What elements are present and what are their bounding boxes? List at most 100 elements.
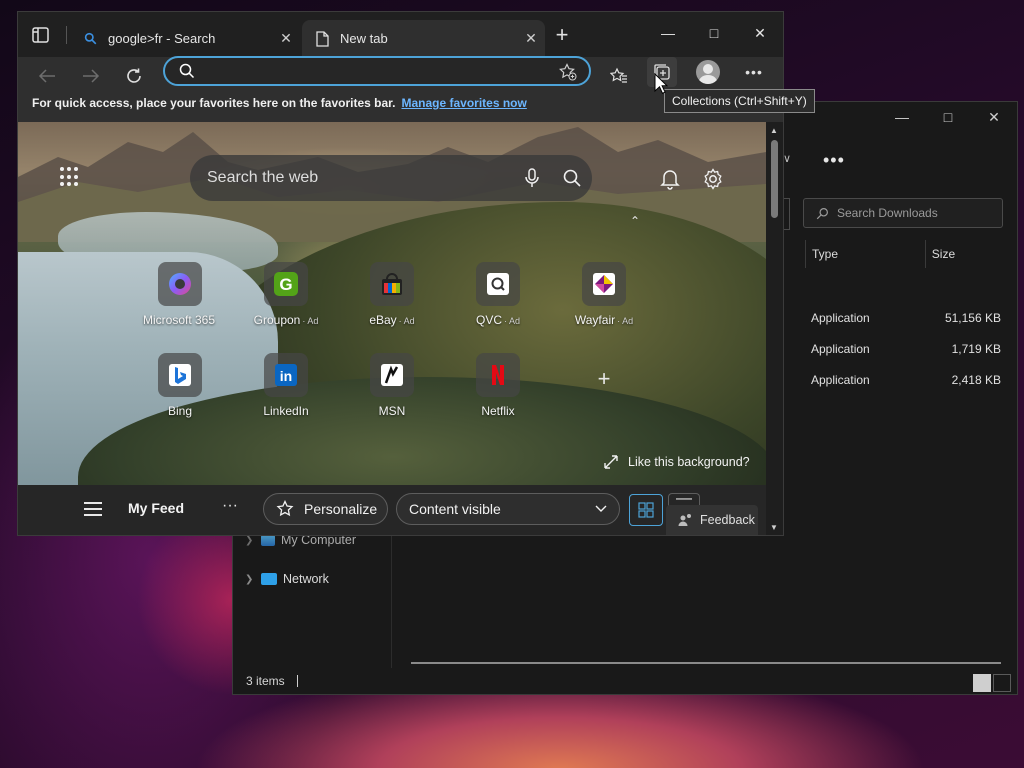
horizontal-scrollbar[interactable] xyxy=(411,662,1001,664)
feedback-label: Feedback xyxy=(700,513,755,527)
address-input[interactable] xyxy=(203,62,537,82)
new-tab-button[interactable]: + xyxy=(550,24,574,47)
add-quick-link-icon[interactable]: + xyxy=(592,368,616,392)
tile-label: eBay xyxy=(369,313,397,327)
ad-badge: · Ad xyxy=(398,316,415,326)
search-icon[interactable] xyxy=(552,169,592,187)
manage-favorites-link[interactable]: Manage favorites now xyxy=(401,96,526,110)
web-search-box[interactable]: Search the web xyxy=(190,155,592,201)
refresh-icon[interactable] xyxy=(119,61,149,91)
column-header-type[interactable]: Type xyxy=(805,240,925,268)
settings-more-icon[interactable]: ••• xyxy=(739,57,769,87)
netflix-icon xyxy=(476,353,520,397)
chevron-down-icon[interactable]: ∨ xyxy=(783,152,791,165)
quick-link-tile[interactable]: MSN xyxy=(342,353,442,418)
chevron-right-icon[interactable]: ❯ xyxy=(245,535,255,546)
favorites-bar-hint: For quick access, place your favorites h… xyxy=(32,96,396,110)
web-search-placeholder: Search the web xyxy=(207,169,319,186)
like-background-link[interactable]: Like this background? xyxy=(604,455,750,469)
explorer-search-input[interactable]: Search Downloads xyxy=(803,198,1003,228)
table-row[interactable]: Application 51,156 KB xyxy=(811,302,1001,333)
network-icon xyxy=(261,573,277,585)
back-arrow-icon[interactable] xyxy=(32,61,62,91)
tab-new-tab[interactable]: New tab ✕ xyxy=(302,20,545,57)
content-visibility-value: Content visible xyxy=(409,501,501,517)
details-view-button[interactable] xyxy=(973,674,991,692)
quick-link-tile[interactable]: QVC · Ad xyxy=(448,262,548,327)
quick-link-tile[interactable]: Bing xyxy=(130,353,230,418)
collapse-caret-icon[interactable]: ⌃ xyxy=(630,214,640,228)
maximize-button[interactable]: □ xyxy=(691,22,737,44)
browser-window-controls: — □ ✕ xyxy=(645,22,783,44)
quick-link-tile[interactable]: Microsoft 365 xyxy=(130,262,230,327)
page-settings-gear-icon[interactable] xyxy=(700,166,726,192)
scroll-down-arrow-icon[interactable]: ▼ xyxy=(770,523,778,532)
explorer-more-button[interactable]: ••• xyxy=(823,150,845,171)
address-bar[interactable] xyxy=(163,56,591,86)
explorer-window-controls: — □ ✕ xyxy=(879,102,1017,134)
tab-search[interactable]: google>fr - Search ✕ xyxy=(74,20,300,57)
close-tab-icon[interactable]: ✕ xyxy=(517,30,545,47)
hamburger-menu-icon[interactable] xyxy=(84,502,102,516)
tile-label: QVC xyxy=(475,313,502,327)
grid-layout-button[interactable] xyxy=(629,494,663,526)
quick-link-tile[interactable]: Wayfair · Ad xyxy=(554,262,654,327)
explorer-column-headers: Type Size xyxy=(805,240,1007,268)
page-icon xyxy=(314,30,330,47)
tiles-view-button[interactable] xyxy=(993,674,1011,692)
ad-badge: · Ad xyxy=(302,316,319,326)
scroll-up-arrow-icon[interactable]: ▲ xyxy=(770,126,778,135)
close-tab-icon[interactable]: ✕ xyxy=(272,30,300,47)
app-launcher-icon[interactable] xyxy=(60,167,80,187)
explorer-minimize-button[interactable]: — xyxy=(879,102,925,132)
profile-avatar[interactable] xyxy=(693,57,723,87)
tab-actions-icon[interactable] xyxy=(30,24,52,46)
quick-link-tile[interactable]: Netflix xyxy=(448,353,548,418)
quick-link-tile[interactable]: in LinkedIn xyxy=(236,353,336,418)
add-favorite-icon[interactable] xyxy=(559,63,577,81)
notifications-bell-icon[interactable] xyxy=(657,166,683,192)
personalize-button[interactable]: Personalize xyxy=(263,493,388,525)
quick-link-tile[interactable]: eBay · Ad xyxy=(342,262,442,327)
search-icon xyxy=(82,31,98,47)
collections-tooltip: Collections (Ctrl+Shift+Y) xyxy=(664,89,815,113)
like-background-text: Like this background? xyxy=(628,455,750,469)
file-type: Application xyxy=(811,310,870,325)
table-row[interactable]: Application 2,418 KB xyxy=(811,364,1001,395)
microphone-icon[interactable] xyxy=(512,168,552,188)
tab-label: New tab xyxy=(340,31,388,46)
scrollbar-thumb[interactable] xyxy=(771,140,778,218)
tile-label: Wayfair xyxy=(574,313,616,327)
file-size: 51,156 KB xyxy=(944,310,1001,325)
tile-label: Netflix xyxy=(481,404,515,418)
feedback-button[interactable]: Feedback xyxy=(666,505,758,535)
explorer-file-list: Application 51,156 KB Application 1,719 … xyxy=(811,302,1001,395)
quick-link-tile[interactable]: G Groupon · Ad xyxy=(236,262,336,327)
ad-badge: · Ad xyxy=(617,316,634,326)
computer-icon xyxy=(261,534,275,546)
svg-text:in: in xyxy=(280,368,292,384)
grid-icon xyxy=(638,502,654,518)
msn-icon xyxy=(370,353,414,397)
explorer-maximize-button[interactable]: □ xyxy=(925,102,971,132)
nav-item-network[interactable]: ❯ Network xyxy=(245,572,329,586)
vertical-scrollbar[interactable]: ▲ ▼ xyxy=(766,122,783,535)
qvc-icon xyxy=(476,262,520,306)
feed-bar: My Feed ··· Personalize Content visible … xyxy=(18,485,766,535)
feed-title[interactable]: My Feed xyxy=(128,500,184,516)
content-visibility-select[interactable]: Content visible xyxy=(396,493,620,525)
feed-more-button[interactable]: ··· xyxy=(222,497,238,515)
column-header-size[interactable]: Size xyxy=(924,240,1007,268)
favorites-icon[interactable] xyxy=(604,61,634,91)
explorer-close-button[interactable]: ✕ xyxy=(971,102,1017,132)
close-window-button[interactable]: ✕ xyxy=(737,22,783,44)
minimize-button[interactable]: — xyxy=(645,22,691,44)
chevron-right-icon[interactable]: ❯ xyxy=(245,574,255,585)
tile-label: Bing xyxy=(167,404,193,418)
expand-icon xyxy=(604,455,618,469)
table-row[interactable]: Application 1,719 KB xyxy=(811,333,1001,364)
search-icon xyxy=(816,207,828,219)
forward-arrow-icon[interactable] xyxy=(76,61,106,91)
search-icon xyxy=(179,63,195,79)
tile-label: LinkedIn xyxy=(263,404,309,418)
